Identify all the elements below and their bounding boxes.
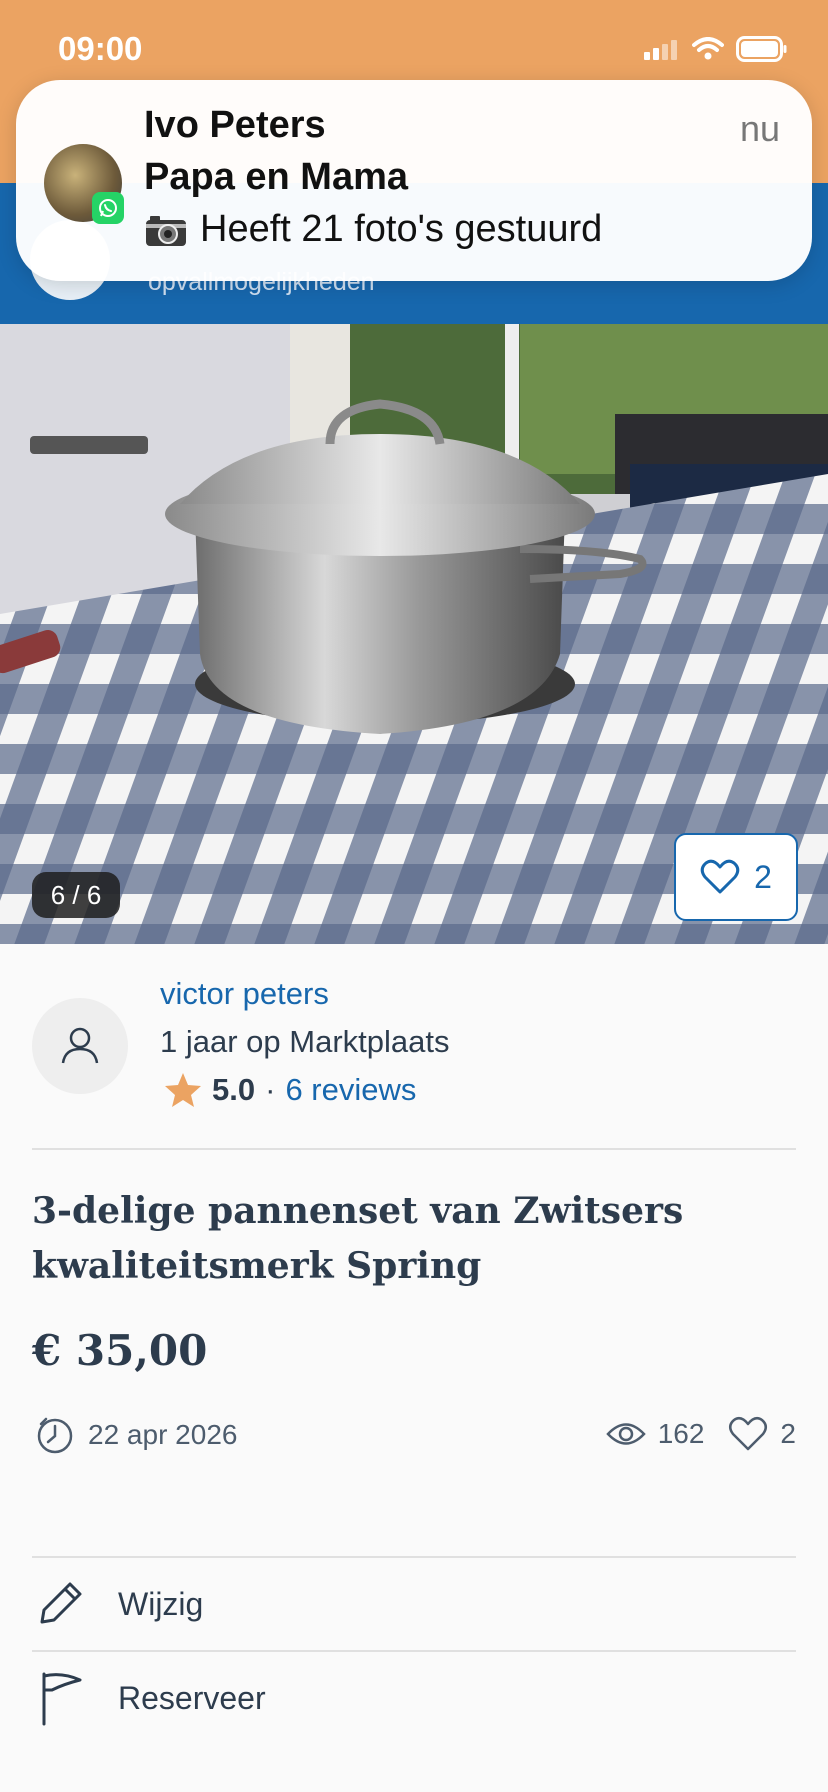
reserve-action[interactable]: Reserveer: [32, 1652, 796, 1744]
whatsapp-icon: [92, 192, 124, 224]
favorites-count: 2: [780, 1418, 796, 1449]
seller-name-link[interactable]: victor peters: [160, 976, 329, 1012]
edit-label: Wijzig: [118, 1585, 204, 1622]
reserve-label: Reserveer: [118, 1679, 266, 1716]
favorite-button[interactable]: 2: [674, 833, 798, 921]
user-icon: [61, 1027, 99, 1064]
rating-value: 5.0: [212, 1072, 256, 1107]
notification-text: Heeft 21 foto's gestuurd: [200, 208, 603, 250]
listing-title: 3-delige pannenset van Zwitsers kwalitei…: [32, 1190, 684, 1287]
edit-action[interactable]: Wijzig: [32, 1558, 796, 1650]
clock-icon: [37, 1417, 73, 1454]
reviews-link[interactable]: 6 reviews: [285, 1072, 416, 1108]
heart-outline-icon: [729, 1416, 768, 1451]
seller-rating: 5.0 · 6 reviews: [164, 1072, 416, 1108]
rating-separator: ·: [265, 1072, 276, 1107]
star-icon: [165, 1073, 201, 1107]
listing-price: € 35,00: [32, 1326, 208, 1375]
eye-icon: [605, 1423, 646, 1445]
status-time: 09:00: [58, 30, 143, 67]
favorite-count: 2: [754, 858, 772, 895]
seller-avatar[interactable]: [32, 998, 128, 1094]
pencil-icon: [32, 1578, 88, 1630]
status-icons: [644, 36, 788, 62]
listing-date: 22 apr 2026: [36, 1416, 237, 1454]
notification-time: nu: [739, 108, 780, 149]
notification-sender: Ivo Peters: [144, 104, 326, 146]
heart-icon: [700, 859, 740, 894]
notification-group: Papa en Mama: [144, 156, 408, 198]
views-count: 162: [657, 1418, 705, 1449]
wifi-icon: [692, 37, 724, 60]
photo-counter: 6 / 6: [32, 872, 120, 918]
notification-message: Heeft 21 foto's gestuurd: [144, 208, 602, 251]
divider: [32, 1148, 796, 1150]
listing-stats: 162 2: [605, 1416, 796, 1452]
signal-icon: [644, 40, 677, 60]
whatsapp-notification[interactable]: Ivo Peters Papa en Mama Heeft 21 foto's …: [16, 80, 812, 281]
date-text: 22 apr 2026: [88, 1419, 238, 1450]
seller-member-since: 1 jaar op Marktplaats: [160, 1024, 450, 1059]
battery-icon: [736, 36, 787, 62]
flag-icon: [32, 1670, 88, 1726]
camera-icon: [146, 215, 186, 246]
